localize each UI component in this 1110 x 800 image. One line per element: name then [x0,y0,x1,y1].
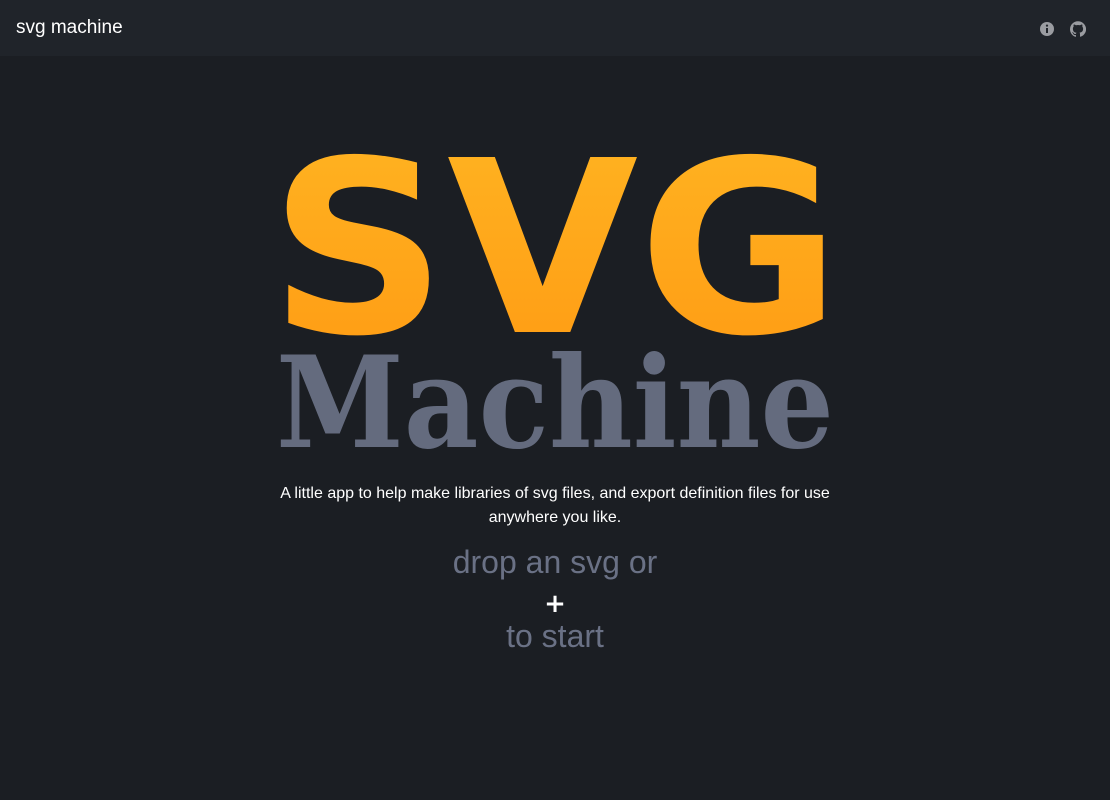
top-bar: svg machine [0,0,1110,56]
app-title: svg machine [16,17,123,38]
github-icon[interactable] [1070,21,1086,37]
svg-drop-zone[interactable]: drop an svg or + to start [355,540,755,660]
add-svg-button[interactable]: + [541,590,569,618]
logo-line-machine: Machine [276,329,834,460]
drop-hint-text: drop an svg or [452,544,658,580]
info-icon[interactable] [1039,21,1055,37]
start-hint-text: to start [506,618,604,654]
app-tagline: A little app to help make libraries of s… [280,485,830,526]
svg-machine-logo: SVG Machine [0,120,1110,460]
